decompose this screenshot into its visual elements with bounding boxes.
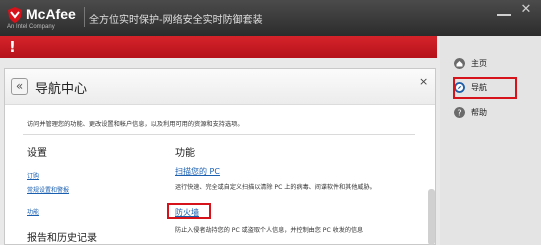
alert-icon: ! [9,38,16,56]
sidebar-item-help[interactable]: ? 帮助 [452,104,532,122]
subscription-link[interactable]: 订购 [27,171,39,180]
reports-heading: 报告和历史记录 [27,233,97,244]
panel-header: « 导航中心 × [5,69,435,105]
settings-heading: 设置 [27,148,47,159]
general-settings-link[interactable]: 常规设置和警报 [27,185,69,194]
features-heading: 功能 [175,148,195,159]
help-icon: ? [454,107,465,118]
window-title: 全方位实时保护-网络安全实时防御套装 [89,15,263,26]
firewall-description: 防止入侵者劫持您的 PC 或盗取个人信息，并控制由您 PC 收发的信息 [175,227,364,234]
brand-name: McAfee [26,6,76,22]
sidebar-item-label: 主页 [471,59,487,68]
intro-text: 访问并管理您的功能、更改设置和帐户信息，以及利用可用的资源和支持选项。 [27,121,244,128]
navigation-center-panel: « 导航中心 × 访问并管理您的功能、更改设置和帐户信息，以及利用可用的资源和支… [4,68,436,245]
back-button[interactable]: « [11,78,28,95]
alert-bar[interactable]: ! [0,36,437,58]
highlight-box-navigation [453,77,517,99]
title-bar: McAfee An Intel Company 全方位实时保护-网络安全实时防御… [0,0,541,36]
page-title: 导航中心 [35,82,88,97]
divider [23,134,415,135]
mcafee-shield-icon [8,7,22,23]
svg-text:?: ? [457,109,461,118]
sidebar-item-label: 帮助 [471,108,487,117]
scrollbar[interactable] [428,189,435,245]
panel-close-button[interactable]: × [419,75,428,88]
highlight-box-firewall [167,203,211,219]
home-icon [454,58,465,69]
minimize-button[interactable] [497,6,511,16]
scan-pc-description: 运行快速、完全或自定义扫描以清除 PC 上的病毒、间谍软件和其他威胁。 [175,184,376,191]
mcafee-logo: McAfee An Intel Company [4,3,84,33]
sidebar-item-home[interactable]: 主页 [452,55,532,73]
brand-subtitle: An Intel Company [7,24,55,30]
title-separator [84,7,85,27]
close-window-button[interactable]: ✕ [519,3,533,17]
scan-pc-link[interactable]: 扫描您的 PC [175,166,220,177]
features-settings-link[interactable]: 功能 [27,207,39,216]
